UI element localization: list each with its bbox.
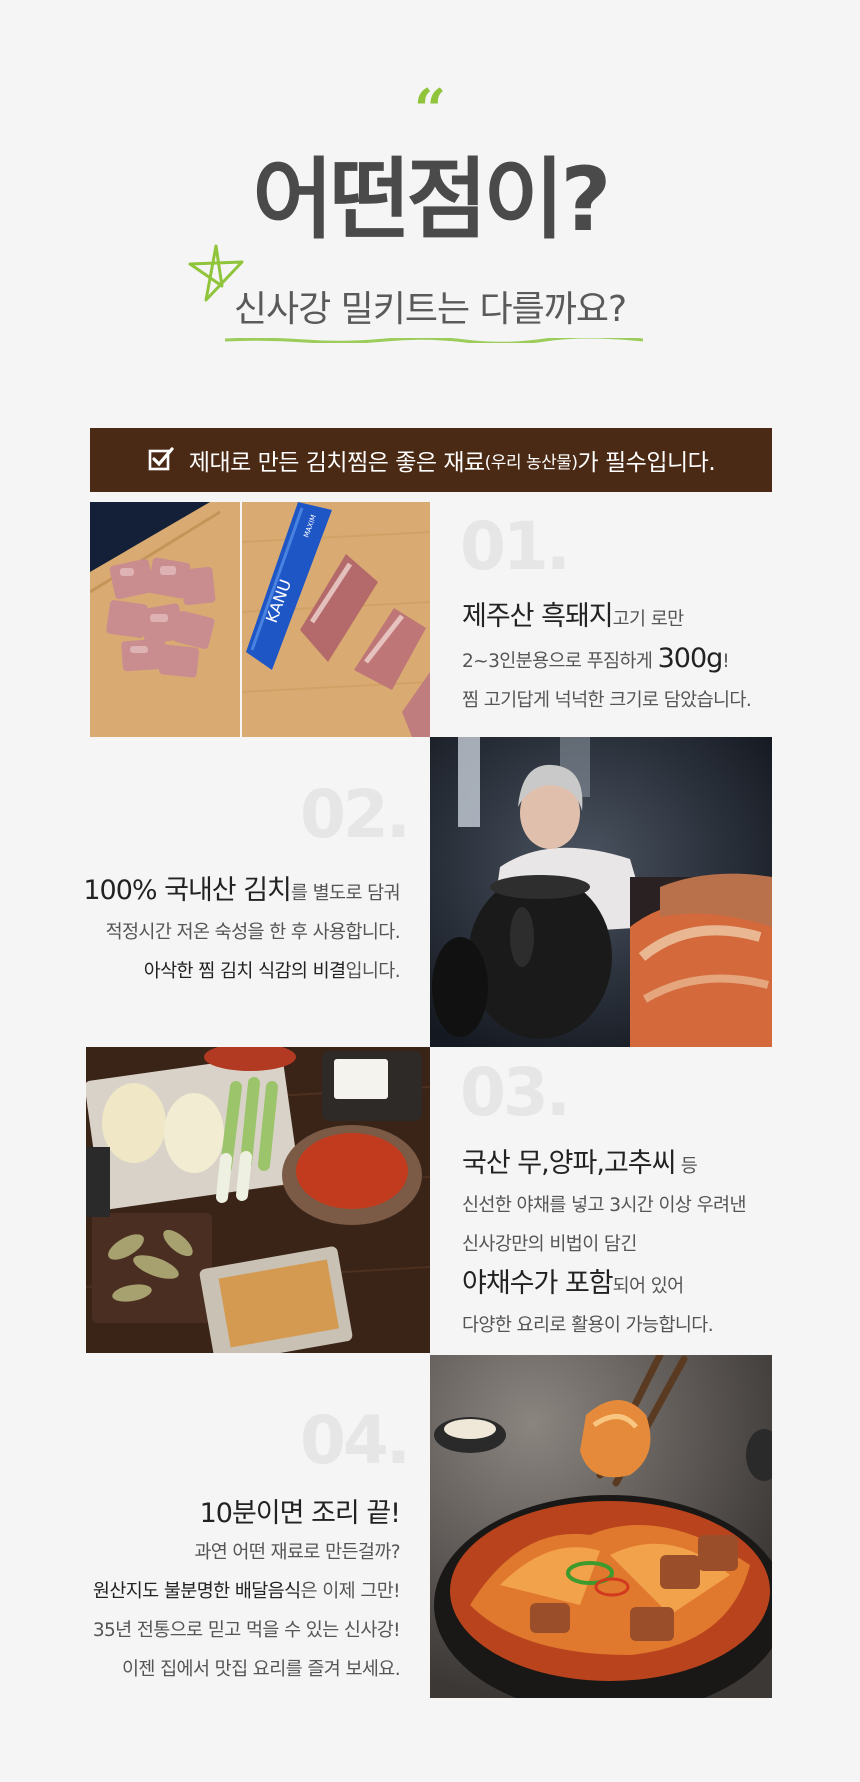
section-number: 04. bbox=[300, 1402, 411, 1479]
highlight-text: 아삭한 찜 김치 식감의 비결 bbox=[143, 961, 346, 982]
body-text: ! bbox=[722, 651, 730, 672]
body-text: 고기 로만 bbox=[612, 609, 685, 630]
section-4-text: 10분이면 조리 끝! 과연 어떤 재료로 만든걸까? 원산지도 불분명한 배달… bbox=[60, 1494, 401, 1689]
body-text: 신선한 야채를 넣고 3시간 이상 우려낸 bbox=[462, 1195, 746, 1216]
section-2-text: 100% 국내산 김치를 별도로 담궈 적정시간 저온 숙성을 한 후 사용합니… bbox=[80, 871, 400, 991]
weight-highlight: 300g bbox=[657, 643, 724, 674]
banner-text-end: 가 필수입니다. bbox=[577, 450, 716, 476]
body-text: 적정시간 저온 숙성을 한 후 사용합니다. bbox=[105, 922, 401, 943]
highlight-text: 원산지도 불분명한 배달음식 bbox=[92, 1581, 301, 1602]
page-subtitle: 신사강 밀키트는 다를까요? bbox=[233, 289, 627, 330]
vegetables-spices-image bbox=[86, 1047, 430, 1353]
highlight-text: 야채수가 포함 bbox=[462, 1268, 614, 1299]
pork-slices-image: KANU MAXIM bbox=[242, 502, 430, 737]
body-text: 를 별도로 담궈 bbox=[290, 883, 401, 904]
body-text: 35년 전통으로 믿고 먹을 수 있는 신사강! bbox=[92, 1620, 401, 1641]
banner-text: 제대로 만든 김치찜은 좋은 재료 bbox=[188, 450, 485, 476]
body-text: 되어 있어 bbox=[612, 1276, 685, 1297]
body-text: 다양한 요리로 활용이 가능합니다. bbox=[462, 1315, 714, 1336]
section-number: 03. bbox=[460, 1054, 571, 1131]
body-text: 이젠 집에서 맛집 요리를 즐겨 보세요. bbox=[122, 1659, 401, 1680]
highlight-text: 국산 무,양파,고추씨 bbox=[462, 1148, 676, 1179]
body-text: 2~3인분용으로 푸짐하게 bbox=[462, 651, 658, 672]
banner-text-small: (우리 농산물) bbox=[484, 452, 578, 473]
highlight-text: 100% 국내산 김치 bbox=[83, 875, 292, 906]
pork-cubes-image bbox=[90, 502, 240, 737]
section-1-text: 제주산 흑돼지고기 로만 2~3인분용으로 푸짐하게 300g! 찜 고기답게 … bbox=[462, 597, 752, 720]
body-text: 은 이제 그만! bbox=[300, 1581, 401, 1602]
section-number: 02. bbox=[300, 776, 411, 853]
body-text: 과연 어떤 재료로 만든걸까? bbox=[194, 1542, 400, 1563]
section-3-text: 국산 무,양파,고추씨 등 신선한 야채를 넣고 3시간 이상 우려낸 신사강만… bbox=[462, 1144, 746, 1345]
ingredients-banner: 제대로 만든 김치찜은 좋은 재료 (우리 농산물) 가 필수입니다. bbox=[90, 428, 772, 492]
quote-mark: “ bbox=[413, 77, 447, 143]
subtitle-underline bbox=[225, 338, 643, 343]
kimchi-grandmother-image bbox=[430, 737, 772, 1047]
body-text: 찜 고기답게 넉넉한 크기로 담았습니다. bbox=[462, 690, 752, 711]
highlight-text: 10분이면 조리 끝! bbox=[199, 1498, 401, 1529]
body-text: 입니다. bbox=[345, 961, 400, 982]
checkbox-icon bbox=[148, 447, 174, 471]
body-text: 등 bbox=[675, 1156, 698, 1177]
kimchi-jjim-dish-image bbox=[430, 1355, 772, 1698]
highlight-text: 제주산 흑돼지 bbox=[462, 601, 614, 632]
section-number: 01. bbox=[460, 508, 571, 585]
page-title: 어떤점이? bbox=[252, 148, 612, 251]
body-text: 신사강만의 비법이 담긴 bbox=[462, 1234, 637, 1255]
